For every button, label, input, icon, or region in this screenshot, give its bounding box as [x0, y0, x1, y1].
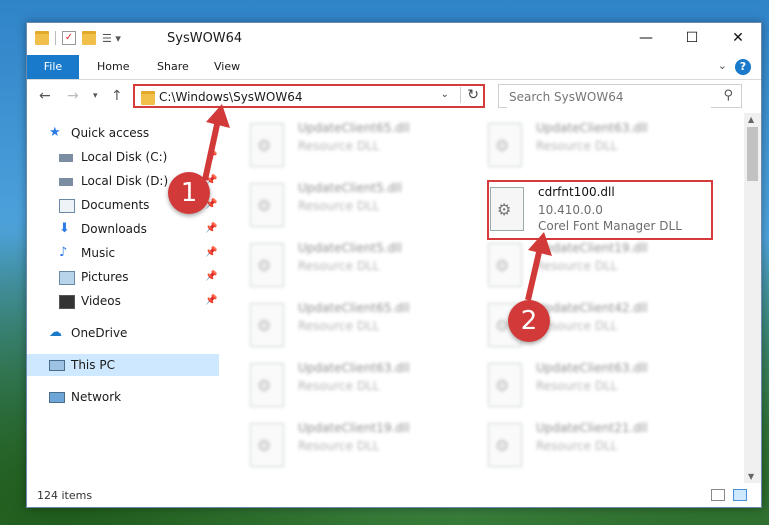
arrow-1-shaft [202, 119, 221, 181]
annotation-badge-1: 1 [168, 172, 210, 214]
arrow-2-head [528, 232, 552, 256]
arrow-2-shaft [525, 247, 543, 301]
annotation-arrows [202, 104, 552, 301]
annotation-badge-2: 2 [508, 300, 550, 342]
arrow-1-head [206, 104, 230, 128]
